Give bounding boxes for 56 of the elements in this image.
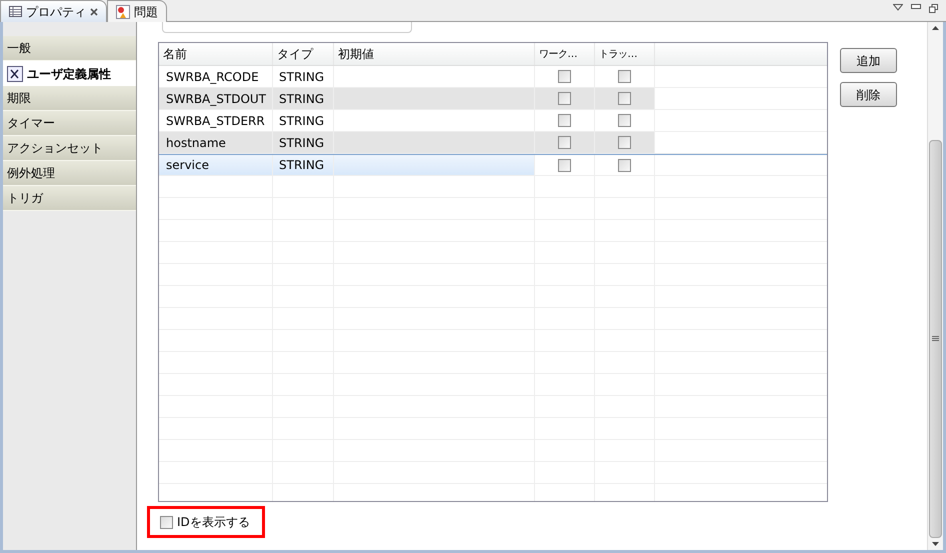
checkbox-label: IDを表示する bbox=[177, 514, 250, 531]
tab-label: 問題 bbox=[134, 4, 158, 20]
tab[interactable]: 問題 bbox=[107, 0, 167, 22]
scrollbar[interactable] bbox=[927, 22, 943, 550]
checkbox[interactable] bbox=[618, 70, 631, 83]
sidebar-item[interactable]: タイマー bbox=[3, 111, 136, 136]
sidebar-item[interactable]: トリガ bbox=[3, 186, 136, 211]
variable-icon bbox=[7, 66, 23, 82]
sidebar-label: アクションセット bbox=[7, 140, 103, 157]
column-header[interactable]: タイプ bbox=[273, 43, 334, 65]
grip-icon bbox=[932, 336, 939, 342]
sidebar-label: タイマー bbox=[7, 115, 55, 132]
tab[interactable]: プロパティ bbox=[0, 0, 107, 22]
sidebar-label: トリガ bbox=[7, 190, 43, 207]
checkbox[interactable] bbox=[558, 92, 571, 105]
table-cell: STRING bbox=[273, 155, 334, 175]
table-cell: service bbox=[159, 155, 273, 175]
column-header[interactable]: 初期値 bbox=[334, 43, 535, 65]
sidebar-label: 期限 bbox=[7, 90, 31, 107]
table-cell: STRING bbox=[273, 88, 334, 109]
sidebar-item[interactable]: ユーザ定義属性 bbox=[3, 61, 136, 86]
warning-list-icon bbox=[116, 4, 130, 18]
filter-field[interactable] bbox=[162, 22, 412, 33]
minimize-icon[interactable] bbox=[911, 4, 921, 9]
column-header[interactable]: トラッ… bbox=[595, 43, 655, 65]
table-cell: STRING bbox=[273, 132, 334, 153]
sidebar-label: 一般 bbox=[7, 40, 31, 57]
table-cell: SWRBA_STDOUT bbox=[159, 88, 273, 109]
checkbox[interactable] bbox=[618, 136, 631, 149]
checkbox[interactable] bbox=[558, 114, 571, 127]
action-button[interactable]: 追加 bbox=[840, 48, 897, 73]
sidebar-item[interactable]: アクションセット bbox=[3, 136, 136, 161]
table-icon bbox=[9, 6, 22, 17]
checkbox[interactable] bbox=[618, 158, 631, 172]
column-header[interactable]: ワーク… bbox=[535, 43, 595, 65]
sidebar-item[interactable]: 一般 bbox=[3, 36, 136, 61]
sidebar-item[interactable]: 期限 bbox=[3, 86, 136, 111]
checkbox[interactable] bbox=[558, 158, 571, 172]
scroll-down-icon[interactable] bbox=[932, 542, 939, 546]
scroll-up-icon[interactable] bbox=[932, 26, 939, 30]
checkbox[interactable] bbox=[558, 136, 571, 149]
dropdown-icon[interactable] bbox=[893, 4, 903, 11]
scroll-thumb[interactable] bbox=[929, 140, 942, 538]
checkbox[interactable] bbox=[618, 92, 631, 105]
action-button[interactable]: 削除 bbox=[840, 82, 897, 107]
close-icon[interactable] bbox=[90, 8, 98, 16]
column-header[interactable]: 名前 bbox=[159, 43, 273, 65]
show-id-checkbox[interactable] bbox=[160, 516, 173, 528]
sidebar-item[interactable]: 例外処理 bbox=[3, 161, 136, 186]
checkbox[interactable] bbox=[558, 70, 571, 83]
checkbox[interactable] bbox=[618, 114, 631, 127]
table-cell: hostname bbox=[159, 132, 273, 153]
tab-label: プロパティ bbox=[26, 4, 86, 20]
sidebar-label: ユーザ定義属性 bbox=[27, 66, 111, 82]
sidebar-label: 例外処理 bbox=[7, 165, 55, 182]
restore-icon[interactable] bbox=[929, 4, 938, 13]
